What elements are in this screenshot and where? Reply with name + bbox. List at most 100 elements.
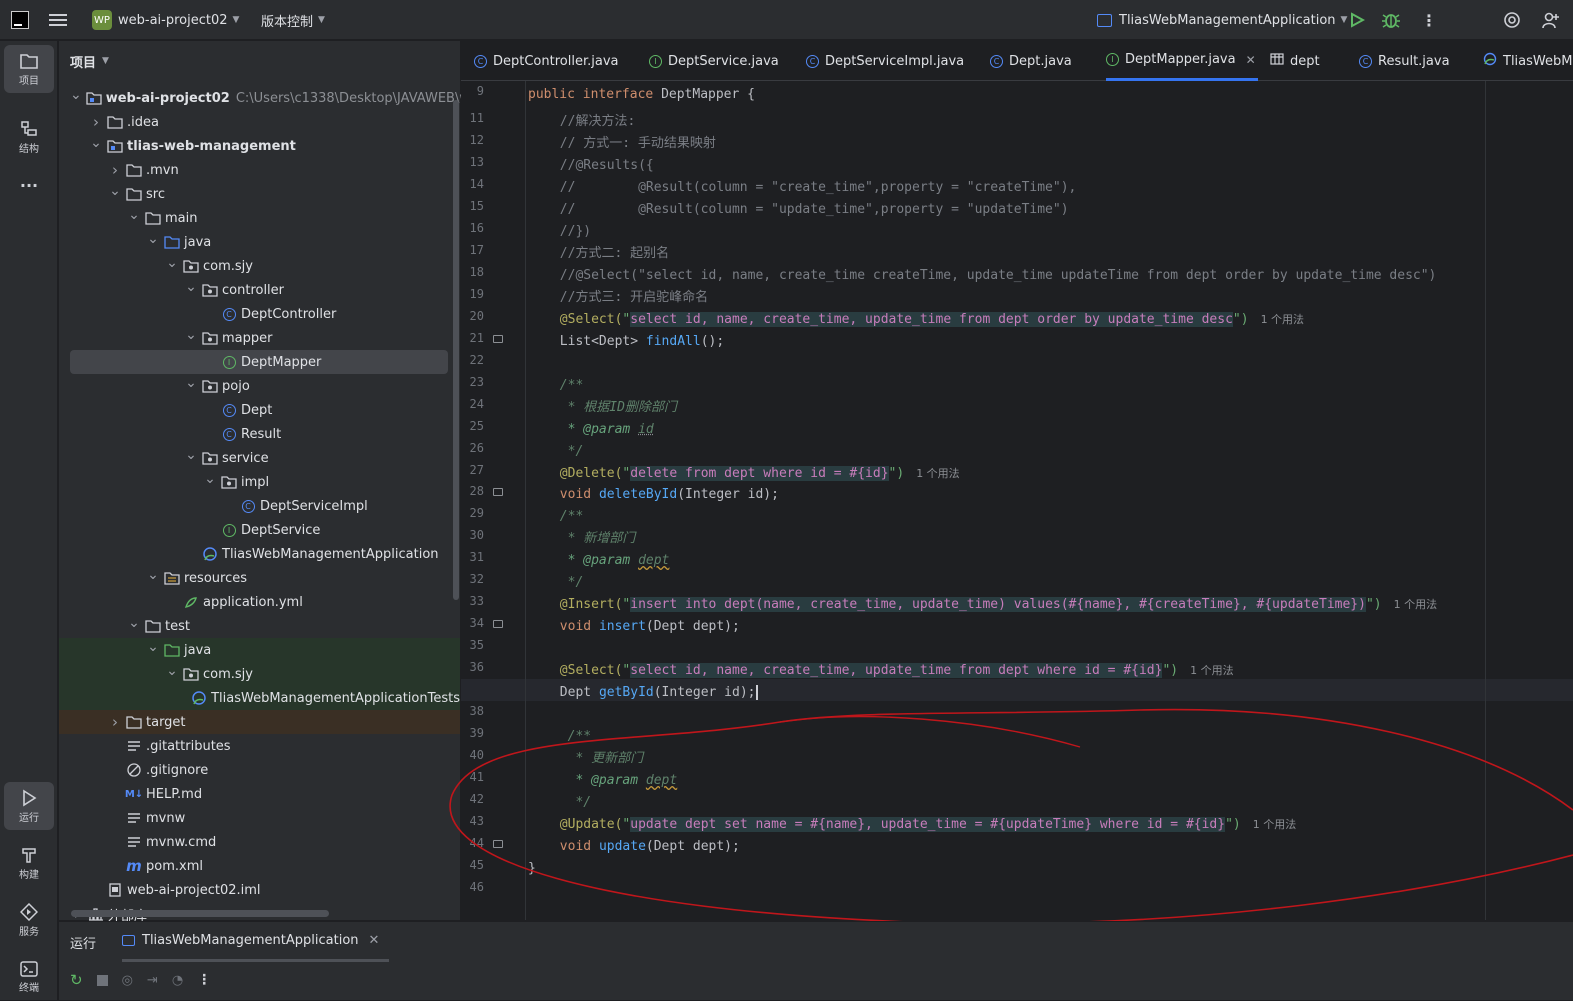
run-tool-button[interactable]: 运行 bbox=[4, 782, 54, 830]
code-line[interactable]: /** bbox=[560, 506, 583, 528]
tree-item[interactable]: TliasWebManagementApplication bbox=[70, 542, 448, 566]
chevron-right-icon[interactable]: › bbox=[108, 161, 122, 179]
ai-assistant-icon[interactable] bbox=[1503, 0, 1521, 40]
code-line[interactable]: * 根据ID删除部门 bbox=[560, 397, 677, 419]
camera-icon[interactable]: ◎ bbox=[122, 973, 133, 988]
chevron-down-icon[interactable]: ⌄ bbox=[203, 471, 217, 487]
usage-hint[interactable]: 1 个用法 bbox=[916, 467, 960, 480]
tree-item[interactable]: M↓ HELP.md bbox=[70, 782, 448, 806]
tree-item[interactable]: application.yml bbox=[70, 590, 448, 614]
debug-button[interactable] bbox=[1382, 0, 1400, 40]
tree-item[interactable]: .gitattributes bbox=[70, 734, 448, 758]
tree-item[interactable]: I DeptMapper bbox=[70, 350, 448, 374]
code-line[interactable]: @Delete("delete from dept where id = #{i… bbox=[560, 463, 960, 485]
chevron-down-icon[interactable]: ⌄ bbox=[70, 87, 82, 103]
chevron-down-icon[interactable]: ⌄ bbox=[184, 327, 198, 343]
tree-item[interactable]: .gitignore bbox=[70, 758, 448, 782]
tree-scrollbar-h[interactable] bbox=[71, 910, 329, 917]
usage-hint[interactable]: 1 个用法 bbox=[1394, 598, 1438, 611]
terminal-tool-button[interactable]: 终端 bbox=[4, 953, 54, 1001]
tree-item[interactable]: web-ai-project02.iml bbox=[70, 878, 448, 902]
code-line[interactable]: @Select("select id, name, create_time, u… bbox=[560, 660, 1234, 682]
code-line[interactable]: // @Result(column = "create_time",proper… bbox=[560, 177, 1077, 199]
code-line[interactable]: @Insert("insert into dept(name, create_t… bbox=[560, 594, 1437, 616]
import-icon[interactable]: ⇥ bbox=[147, 973, 158, 988]
editor-tab[interactable]: C DeptServiceImpl.java bbox=[806, 41, 964, 81]
rerun-icon[interactable]: ↻ bbox=[70, 971, 83, 989]
chevron-down-icon[interactable]: ⌄ bbox=[184, 447, 198, 463]
tree-item[interactable]: ⌄ java bbox=[59, 638, 460, 662]
run-button[interactable] bbox=[1349, 0, 1365, 40]
main-menu-icon[interactable] bbox=[49, 0, 67, 40]
tree-item[interactable]: ⌄ pojo bbox=[70, 374, 448, 398]
code-line[interactable]: @Select("select id, name, create_time, u… bbox=[560, 309, 1304, 331]
editor-tab[interactable]: TliasWebM bbox=[1483, 41, 1572, 81]
usage-hint[interactable]: 1 个用法 bbox=[1190, 664, 1234, 677]
code-line[interactable]: */ bbox=[560, 441, 584, 463]
project-switcher[interactable]: WP web-ai-project02 ▼ bbox=[92, 0, 239, 40]
tree-item[interactable]: ⌄ main bbox=[70, 206, 448, 230]
tree-item[interactable]: C DeptController bbox=[70, 302, 448, 326]
structure-tool-button[interactable]: 结构 bbox=[4, 113, 54, 161]
code-line[interactable]: void deleteById(Integer id); bbox=[560, 484, 779, 506]
services-tool-button[interactable]: 服务 bbox=[4, 896, 54, 944]
add-user-icon[interactable] bbox=[1541, 0, 1559, 40]
tree-item[interactable]: ⌄ resources bbox=[70, 566, 448, 590]
more-tools-icon[interactable]: ··· bbox=[4, 161, 54, 209]
tree-item[interactable]: › .idea bbox=[70, 110, 448, 134]
tree-item[interactable]: ⌄ com.sjy bbox=[59, 662, 460, 686]
tree-item[interactable]: ⌄ controller bbox=[70, 278, 448, 302]
more-actions-icon[interactable]: ⋮ bbox=[197, 972, 211, 988]
tree-item[interactable]: ⌄ test bbox=[70, 614, 448, 638]
code-line[interactable]: public interface DeptMapper { bbox=[528, 84, 755, 106]
editor-tab[interactable]: I DeptMapper.java ✕ bbox=[1106, 41, 1258, 81]
editor-tab[interactable]: C Result.java bbox=[1359, 41, 1450, 81]
stop-icon[interactable] bbox=[96, 974, 108, 986]
gauge-icon[interactable]: ◔ bbox=[172, 973, 183, 988]
code-line[interactable]: // @Result(column = "update_time",proper… bbox=[560, 199, 1069, 221]
implementation-gutter-icon[interactable] bbox=[493, 620, 503, 629]
editor-tab[interactable]: dept bbox=[1270, 41, 1320, 81]
tree-item[interactable]: C DeptServiceImpl bbox=[70, 494, 448, 518]
close-icon[interactable]: ✕ bbox=[369, 933, 380, 948]
editor-tab[interactable]: I DeptService.java bbox=[649, 41, 779, 81]
tree-item[interactable]: C Result bbox=[70, 422, 448, 446]
code-line[interactable]: /** bbox=[560, 375, 583, 397]
chevron-down-icon[interactable]: ⌄ bbox=[127, 207, 141, 223]
run-tab[interactable]: TliasWebManagementApplication ✕ bbox=[122, 922, 390, 962]
editor-tab[interactable]: C DeptController.java bbox=[474, 41, 618, 81]
chevron-down-icon[interactable]: ⌄ bbox=[184, 279, 198, 295]
close-icon[interactable]: ✕ bbox=[1246, 53, 1256, 67]
implementation-gutter-icon[interactable] bbox=[493, 488, 503, 497]
code-line[interactable]: * @param dept bbox=[560, 550, 670, 572]
tree-item[interactable]: ⌄ service bbox=[70, 446, 448, 470]
tree-item[interactable]: ⌄ tlias-web-management bbox=[70, 134, 448, 158]
chevron-down-icon[interactable]: ⌄ bbox=[165, 255, 179, 271]
tree-item[interactable]: I DeptService bbox=[70, 518, 448, 542]
tree-item[interactable]: ⌄ impl bbox=[70, 470, 448, 494]
tree-item[interactable]: ⌄ java bbox=[70, 230, 448, 254]
chevron-down-icon[interactable]: ⌄ bbox=[146, 567, 160, 583]
code-line[interactable]: void insert(Dept dept); bbox=[560, 616, 740, 638]
chevron-right-icon[interactable]: › bbox=[108, 713, 122, 731]
code-line[interactable]: * @param id bbox=[560, 419, 654, 441]
tree-item[interactable]: ⌄ web-ai-project02 C:\Users\c1338\Desktop\… bbox=[70, 86, 499, 110]
project-tool-button[interactable]: 项目 bbox=[4, 45, 54, 93]
code-line[interactable]: // 方式一: 手动结果映射 bbox=[560, 133, 716, 155]
chevron-down-icon[interactable]: ⌄ bbox=[165, 663, 179, 679]
tree-item[interactable]: m pom.xml bbox=[70, 854, 448, 878]
chevron-down-icon[interactable]: ⌄ bbox=[108, 183, 122, 199]
usage-hint[interactable]: 1 个用法 bbox=[1261, 313, 1305, 326]
code-line[interactable]: //@Select("select id, name, create_time … bbox=[560, 265, 1437, 287]
implementation-gutter-icon[interactable] bbox=[493, 334, 503, 343]
code-line[interactable]: * 新增部门 bbox=[560, 528, 636, 550]
code-line[interactable]: //解决方法: bbox=[560, 111, 635, 133]
chevron-down-icon[interactable]: ⌄ bbox=[127, 615, 141, 631]
tree-item[interactable]: ⌄ mapper bbox=[70, 326, 448, 350]
code-line[interactable]: //方式三: 开启驼峰命名 bbox=[560, 287, 708, 309]
vcs-menu[interactable]: 版本控制 ▼ bbox=[261, 0, 325, 40]
code-line[interactable]: //方式二: 起别名 bbox=[560, 243, 669, 265]
tree-item[interactable]: › .mvn bbox=[70, 158, 448, 182]
build-tool-button[interactable]: 构建 bbox=[4, 839, 54, 887]
code-line[interactable]: */ bbox=[560, 572, 584, 594]
